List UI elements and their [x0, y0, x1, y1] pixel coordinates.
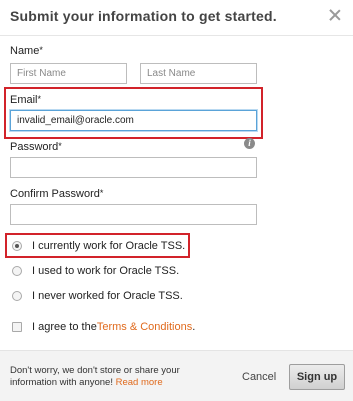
email-label: Email* [10, 94, 42, 106]
confirm-password-input[interactable] [10, 204, 257, 225]
last-name-input[interactable] [140, 63, 257, 84]
radio-label-current: I currently work for Oracle TSS. [32, 240, 186, 252]
first-name-input[interactable] [10, 63, 127, 84]
radio-button-never[interactable] [12, 291, 22, 301]
radio-button-former[interactable] [12, 266, 22, 276]
confirm-password-label: Confirm Password* [10, 188, 104, 200]
signup-dialog: Submit your information to get started. … [0, 0, 353, 401]
cancel-button[interactable]: Cancel [242, 371, 276, 383]
dialog-title: Submit your information to get started. [10, 8, 277, 24]
email-input[interactable] [10, 110, 257, 131]
terms-text: I agree to theTerms & Conditions. [32, 321, 196, 333]
terms-checkbox[interactable] [12, 322, 22, 332]
terms-agreement[interactable]: I agree to theTerms & Conditions. [12, 320, 195, 334]
privacy-notice: Don't worry, we don't store or share you… [10, 365, 180, 388]
signup-button[interactable]: Sign up [289, 364, 345, 390]
radio-option-former[interactable]: I used to work for Oracle TSS. [12, 264, 179, 278]
info-icon[interactable]: i [244, 138, 255, 149]
name-label: Name* [10, 45, 43, 57]
password-label: Password* [10, 141, 62, 153]
password-input[interactable] [10, 157, 257, 178]
terms-link[interactable]: Terms & Conditions [97, 321, 192, 333]
radio-option-never[interactable]: I never worked for Oracle TSS. [12, 289, 183, 303]
radio-label-never: I never worked for Oracle TSS. [32, 290, 183, 302]
read-more-link[interactable]: Read more [116, 377, 163, 388]
radio-option-current[interactable]: I currently work for Oracle TSS. [12, 239, 185, 253]
dialog-header: Submit your information to get started. [0, 0, 353, 36]
close-icon[interactable] [328, 8, 342, 22]
dialog-footer: Don't worry, we don't store or share you… [0, 350, 353, 401]
radio-button-current[interactable] [12, 241, 22, 251]
radio-label-former: I used to work for Oracle TSS. [32, 265, 180, 277]
